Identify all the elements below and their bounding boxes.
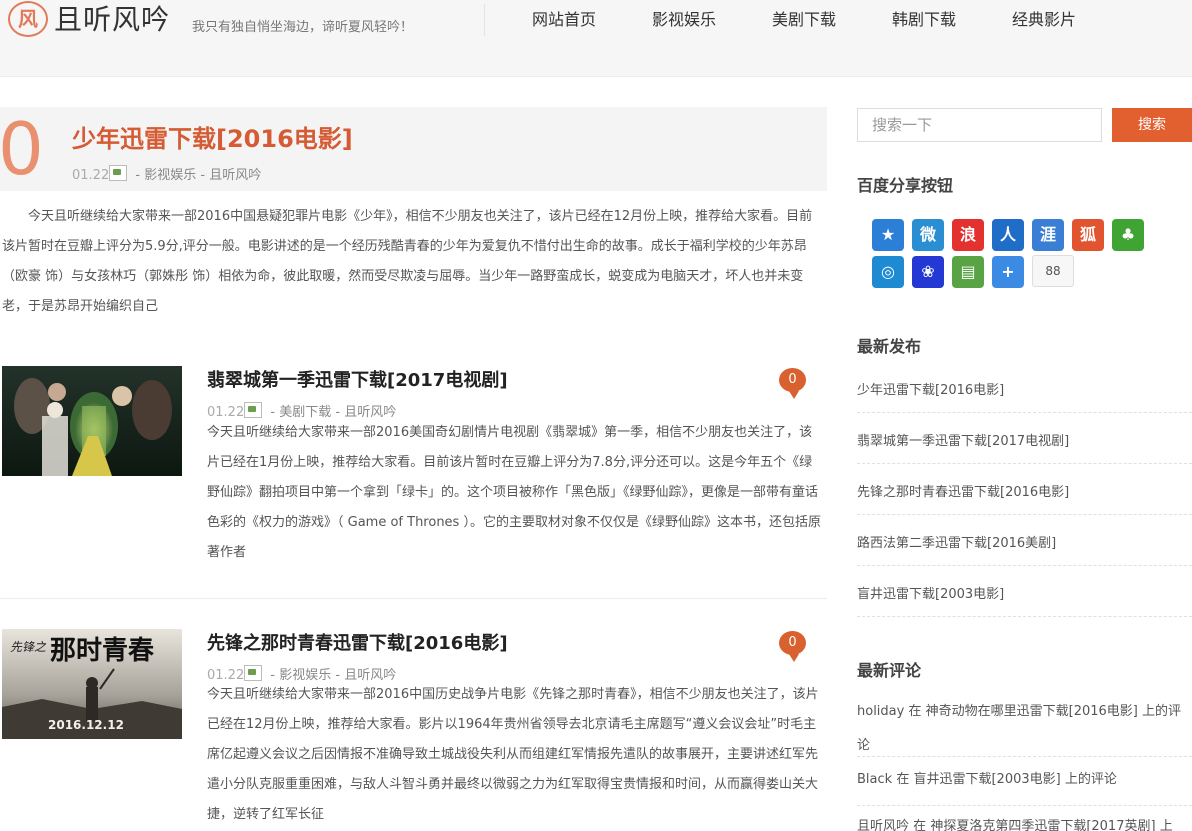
comment-count-badge[interactable]: 0 [779,631,806,662]
latest-post-link[interactable]: 少年迅雷下载[2016电影] [857,379,1192,398]
comment-suffix: 上 [1159,819,1173,831]
huaban-icon[interactable]: 涯 [1032,219,1064,251]
comment-post-link[interactable]: 盲井迅雷下载[2003电影] [913,772,1060,787]
broken-image-icon [244,665,263,681]
comment-item: 且听风吟 在 神探夏洛克第四季迅雷下载[2017英剧] 上 [857,810,1192,831]
post-excerpt: 今天且听继续给大家带来一部2016中国历史战争片电影《先锋之那时青春》，相信不少… [207,687,819,822]
post-excerpt: 今天且听继续给大家带来一部2016美国奇幻剧情片电视剧《翡翠城》第一季，相信不少… [207,425,821,560]
sina-weibo-icon[interactable]: 浪 [952,219,984,251]
comment-count-badge[interactable]: 0 [779,368,806,399]
search-input[interactable]: 搜索一下 [857,108,1102,142]
sohu-icon[interactable]: 狐 [1072,219,1104,251]
list-divider [857,805,1192,806]
nav-us-drama[interactable]: 美剧下载 [772,6,836,30]
comment-in: 在 [913,819,927,831]
post-category-link[interactable]: 影视娱乐 [144,168,196,183]
post-thumbnail[interactable]: 先锋之 那时青春 2016.12.12 [2,629,182,739]
nav-classic-films[interactable]: 经典影片 [1012,6,1076,30]
latest-post-link[interactable]: 先锋之那时青春迅雷下载[2016电影] [857,481,1192,500]
qq-space-icon[interactable]: ◎ [872,256,904,288]
list-divider [857,756,1192,757]
post-date: 01.22 [72,168,110,183]
featured-post: 0 少年迅雷下载[2016电影] 01.22 - 影视娱乐 - 且听风吟 [0,107,827,191]
meta-sep: - [200,168,206,183]
post-author-link[interactable]: 且听风吟 [209,168,261,183]
renren-icon[interactable]: 人 [992,219,1024,251]
comment-item: Black 在 盲井迅雷下载[2003电影] 上的评论 [857,763,1192,797]
nav-entertainment[interactable]: 影视娱乐 [652,6,716,30]
emerald-city-poster [2,366,182,476]
comment-user: Black [857,772,893,787]
header-divider [484,4,485,36]
list-divider [857,463,1192,464]
featured-number: 0 [0,107,44,191]
comment-item: holiday 在 神奇动物在哪里迅雷下载[2016电影] 上的评论 [857,695,1192,763]
nav-home[interactable]: 网站首页 [532,6,596,30]
latest-post-link[interactable]: 路西法第二季迅雷下载[2016美剧] [857,532,1192,551]
nav-korean-drama[interactable]: 韩剧下载 [892,6,956,30]
post-title-link[interactable]: 翡翠城第一季迅雷下载[2017电视剧] [207,366,508,392]
list-divider [857,565,1192,566]
comment-post-link[interactable]: 神探夏洛克第四季迅雷下载[2017英剧] [930,819,1155,831]
comment-user: 且听风吟 [857,819,910,831]
site-header: 风 且听风吟 我只有独自悄坐海边，谛听夏风轻吟！ 网站首页 影视娱乐 美剧下载 … [0,0,1192,77]
thumb-date: 2016.12.12 [48,718,124,732]
comment-in: 在 [896,772,910,787]
logo-icon[interactable]: 风 [8,1,48,37]
list-divider [857,514,1192,515]
list-divider [857,616,1192,617]
post-divider [0,598,827,599]
post-title-link[interactable]: 先锋之那时青春迅雷下载[2016电影] [207,629,508,655]
pioneer-poster: 先锋之 那时青春 2016.12.12 [2,629,182,739]
baidu-icon[interactable]: ❀ [912,256,944,288]
qzone-icon[interactable]: ★ [872,219,904,251]
comment-in: 在 [908,704,922,719]
comment-suffix: 上的评论 [1064,772,1117,787]
meta-sep: - [135,168,141,183]
featured-title[interactable]: 少年迅雷下载[2016电影] [72,119,353,154]
latest-post-link[interactable]: 盲井迅雷下载[2003电影] [857,583,1192,602]
featured-excerpt: 今天且听继续给大家带来一部2016中国悬疑犯罪片电影《少年》，相信不少朋友也关注… [2,209,813,314]
share-widget-title: 百度分享按钮 [857,176,954,195]
site-logo-text[interactable]: 且听风吟 [54,0,170,38]
tencent-weibo-icon[interactable]: 微 [912,219,944,251]
post-thumbnail[interactable] [2,366,182,476]
list-divider [857,412,1192,413]
kaixin-icon[interactable]: ♣ [1112,219,1144,251]
broken-image-icon [109,165,128,181]
latest-posts-title: 最新发布 [857,337,922,356]
thumb-title: 那时青春 [50,636,154,666]
comment-post-link[interactable]: 神奇动物在哪里迅雷下载[2016电影] [926,704,1138,719]
share-count[interactable]: 88 [1032,255,1074,287]
comment-user: holiday [857,704,905,719]
featured-meta: 01.22 - 影视娱乐 - 且听风吟 [72,164,261,183]
douban-icon[interactable]: ▤ [952,256,984,288]
search-button[interactable]: 搜索 [1112,108,1192,142]
more-share-icon[interactable]: + [992,256,1024,288]
svg-text:先锋之: 先锋之 [10,640,47,654]
latest-post-link[interactable]: 翡翠城第一季迅雷下载[2017电视剧] [857,430,1192,449]
latest-comments-title: 最新评论 [857,661,922,680]
site-slogan: 我只有独自悄坐海边，谛听夏风轻吟！ [192,20,414,35]
broken-image-icon [244,402,263,418]
